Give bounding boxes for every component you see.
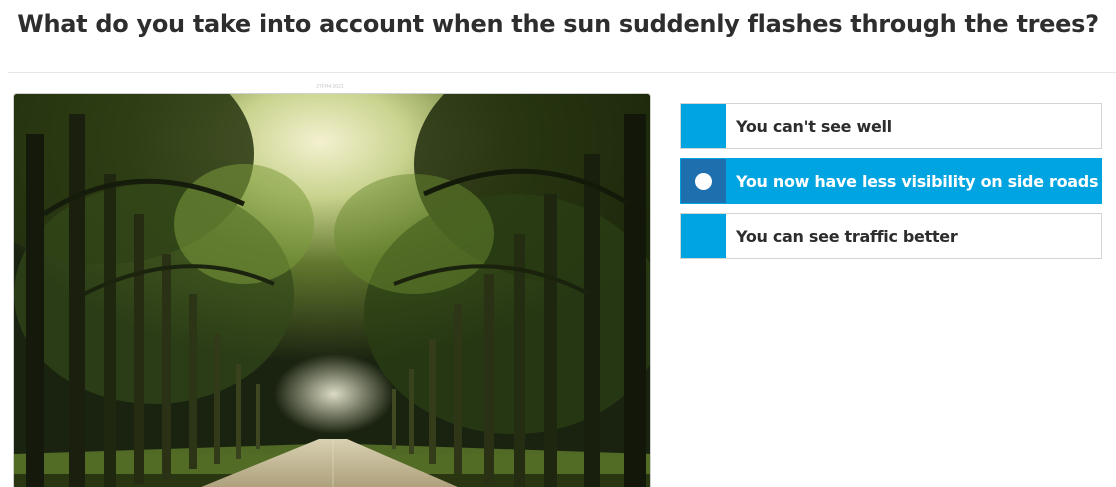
- answer-list: You can't see well You now have less vis…: [680, 103, 1102, 268]
- question-title: What do you take into account when the s…: [17, 10, 1099, 38]
- selected-radio-icon: [695, 172, 712, 190]
- image-caption: 27FH4.0021: [316, 84, 344, 90]
- header-divider: [8, 72, 1116, 73]
- question-photo: [13, 93, 651, 487]
- answer-label: You can't see well: [736, 116, 892, 136]
- answer-option-3[interactable]: You can see traffic better: [680, 213, 1102, 259]
- answer-marker: [681, 159, 726, 203]
- answer-option-1[interactable]: You can't see well: [680, 103, 1102, 149]
- answer-marker: [681, 104, 726, 148]
- answer-marker: [681, 214, 726, 258]
- answer-option-2[interactable]: You now have less visibility on side roa…: [680, 158, 1102, 204]
- answer-label: You now have less visibility on side roa…: [736, 171, 1099, 191]
- answer-label: You can see traffic better: [736, 226, 958, 246]
